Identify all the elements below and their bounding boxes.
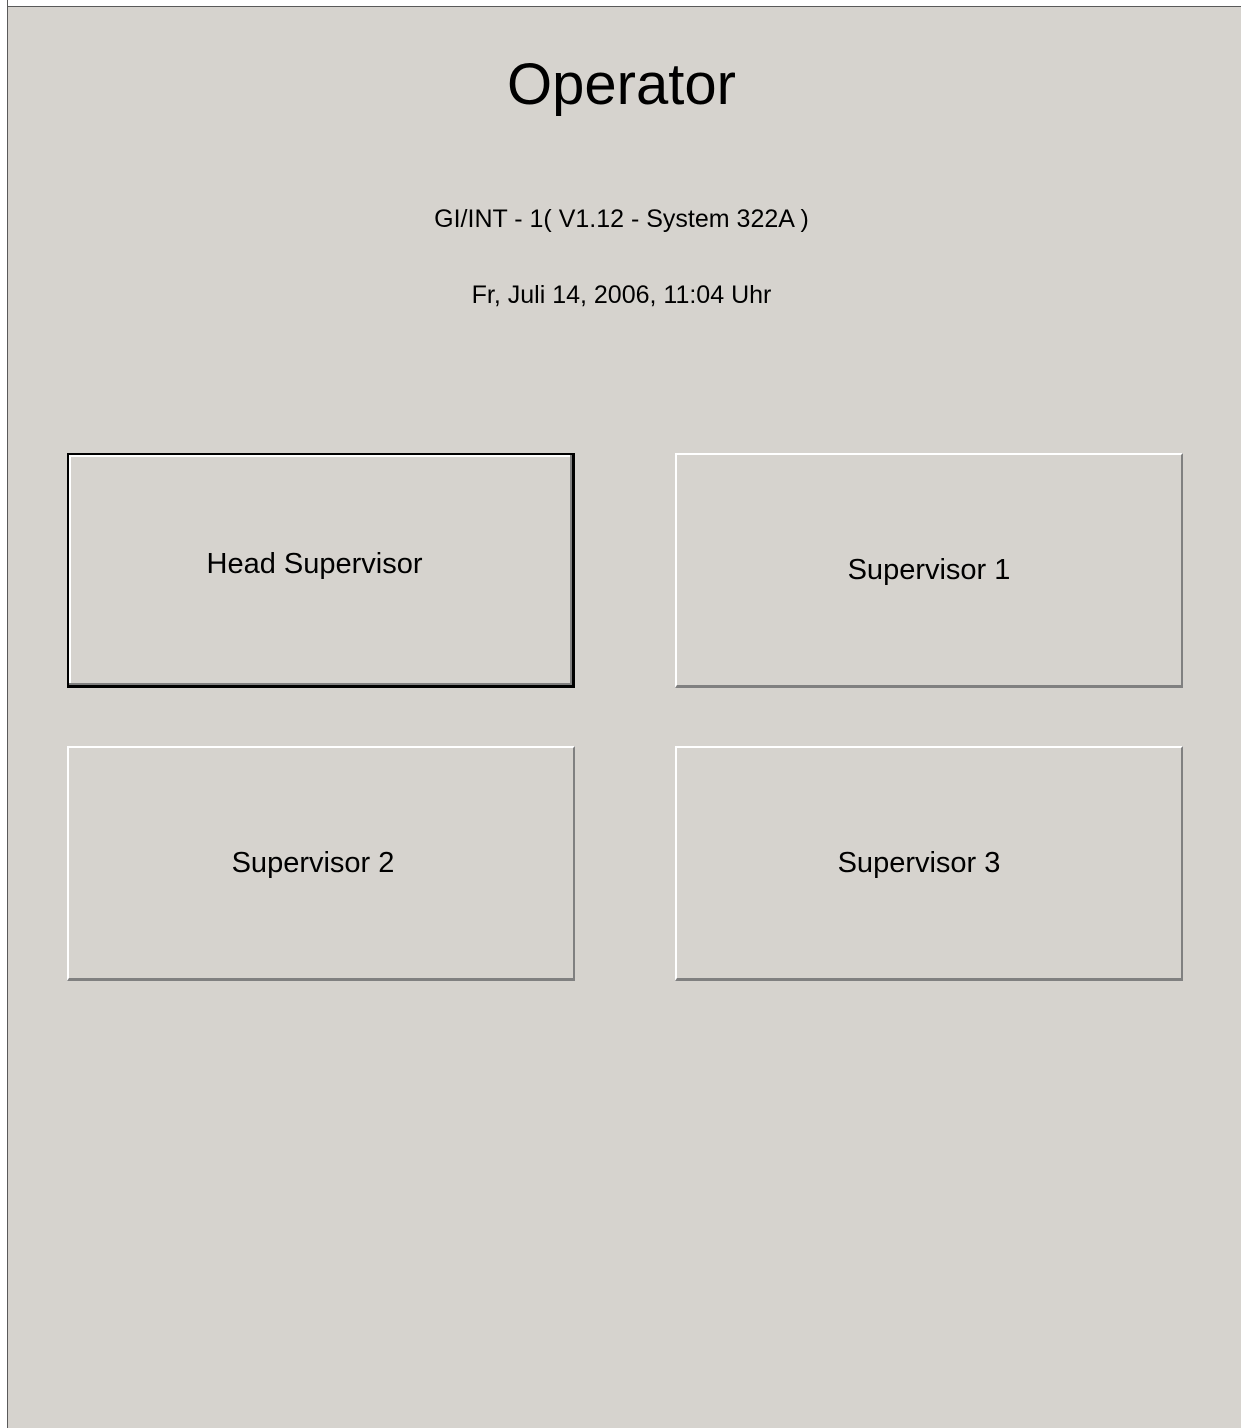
system-version-label: GI/INT - 1( V1.12 - System 322A ) <box>434 205 809 233</box>
head-supervisor-button-label: Head Supervisor <box>206 547 423 580</box>
supervisor-2-button-label: Supervisor 2 <box>231 846 395 879</box>
window-frame-top <box>0 0 1243 7</box>
supervisor-2-button[interactable]: Supervisor 2 <box>67 746 575 981</box>
operator-screen: Operator GI/INT - 1( V1.12 - System 322A… <box>0 0 1243 1428</box>
supervisor-1-button-label: Supervisor 1 <box>847 553 1011 586</box>
date-time-label: Fr, Juli 14, 2006, 11:04 Uhr <box>471 281 772 309</box>
supervisor-1-button[interactable]: Supervisor 1 <box>675 453 1183 688</box>
supervisor-3-button[interactable]: Supervisor 3 <box>675 746 1183 981</box>
head-supervisor-button[interactable]: Head Supervisor <box>67 453 575 688</box>
page-title: Operator <box>507 52 736 117</box>
supervisor-3-button-label: Supervisor 3 <box>837 846 1001 879</box>
